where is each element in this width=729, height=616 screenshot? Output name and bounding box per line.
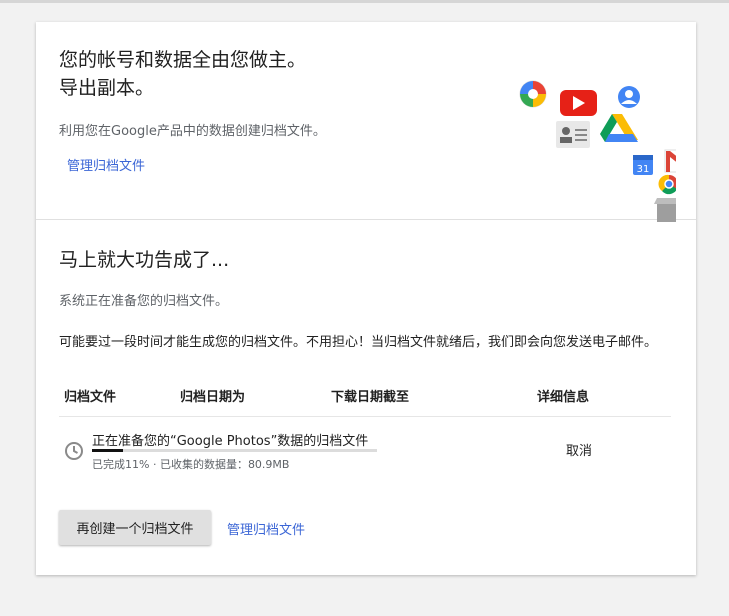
progress-bar — [92, 449, 377, 452]
contacts-icon — [556, 121, 590, 148]
photos-icon — [519, 80, 547, 108]
page-title: 您的帐号和数据全由您做主。 导出副本。 — [59, 46, 306, 102]
account-icon — [618, 86, 640, 108]
products-illustration: 31 — [519, 80, 676, 222]
youtube-icon — [560, 90, 597, 116]
manage-archives-link-bottom[interactable]: 管理归档文件 — [227, 519, 305, 538]
create-another-archive-button[interactable]: 再创建一个归档文件 — [59, 510, 211, 545]
title-line-1: 您的帐号和数据全由您做主。 — [59, 49, 307, 71]
top-bar — [0, 0, 729, 3]
archive-title: 正在准备您的“Google Photos”数据的归档文件 — [92, 434, 369, 449]
drive-icon — [600, 114, 638, 142]
archive-progress-text: 已完成11% · 已收集的数据量：80.9MB — [92, 458, 290, 471]
calendar-icon: 31 — [633, 155, 653, 175]
header-section: 您的帐号和数据全由您做主。 导出副本。 利用您在Google产品中的数据创建归档… — [36, 22, 696, 222]
status-preparing: 系统正在准备您的归档文件。 — [59, 294, 229, 309]
column-header-details: 详细信息 — [537, 390, 590, 405]
gmail-icon — [664, 149, 676, 173]
status-note: 可能要过一段时间才能生成您的归档文件。不用担心！当归档文件就绪后，我们即会向您发… — [59, 335, 658, 350]
calendar-day: 31 — [637, 164, 650, 175]
page-subtitle: 利用您在Google产品中的数据创建归档文件。 — [59, 124, 326, 139]
column-header-archive: 归档文件 — [64, 390, 117, 405]
chrome-icon — [658, 174, 676, 195]
manage-archives-link[interactable]: 管理归档文件 — [67, 155, 145, 174]
box-icon — [654, 198, 676, 222]
table-divider — [59, 416, 671, 417]
clock-icon — [65, 442, 83, 460]
title-line-2: 导出副本。 — [59, 77, 155, 99]
takeout-card: 您的帐号和数据全由您做主。 导出副本。 利用您在Google产品中的数据创建归档… — [36, 22, 696, 575]
column-header-archive-date: 归档日期为 — [180, 390, 246, 405]
column-header-download-until: 下载日期截至 — [331, 390, 410, 405]
cancel-button[interactable]: 取消 — [566, 440, 592, 459]
status-heading: 马上就大功告成了... — [59, 249, 230, 271]
progress-bar-fill — [92, 449, 124, 452]
